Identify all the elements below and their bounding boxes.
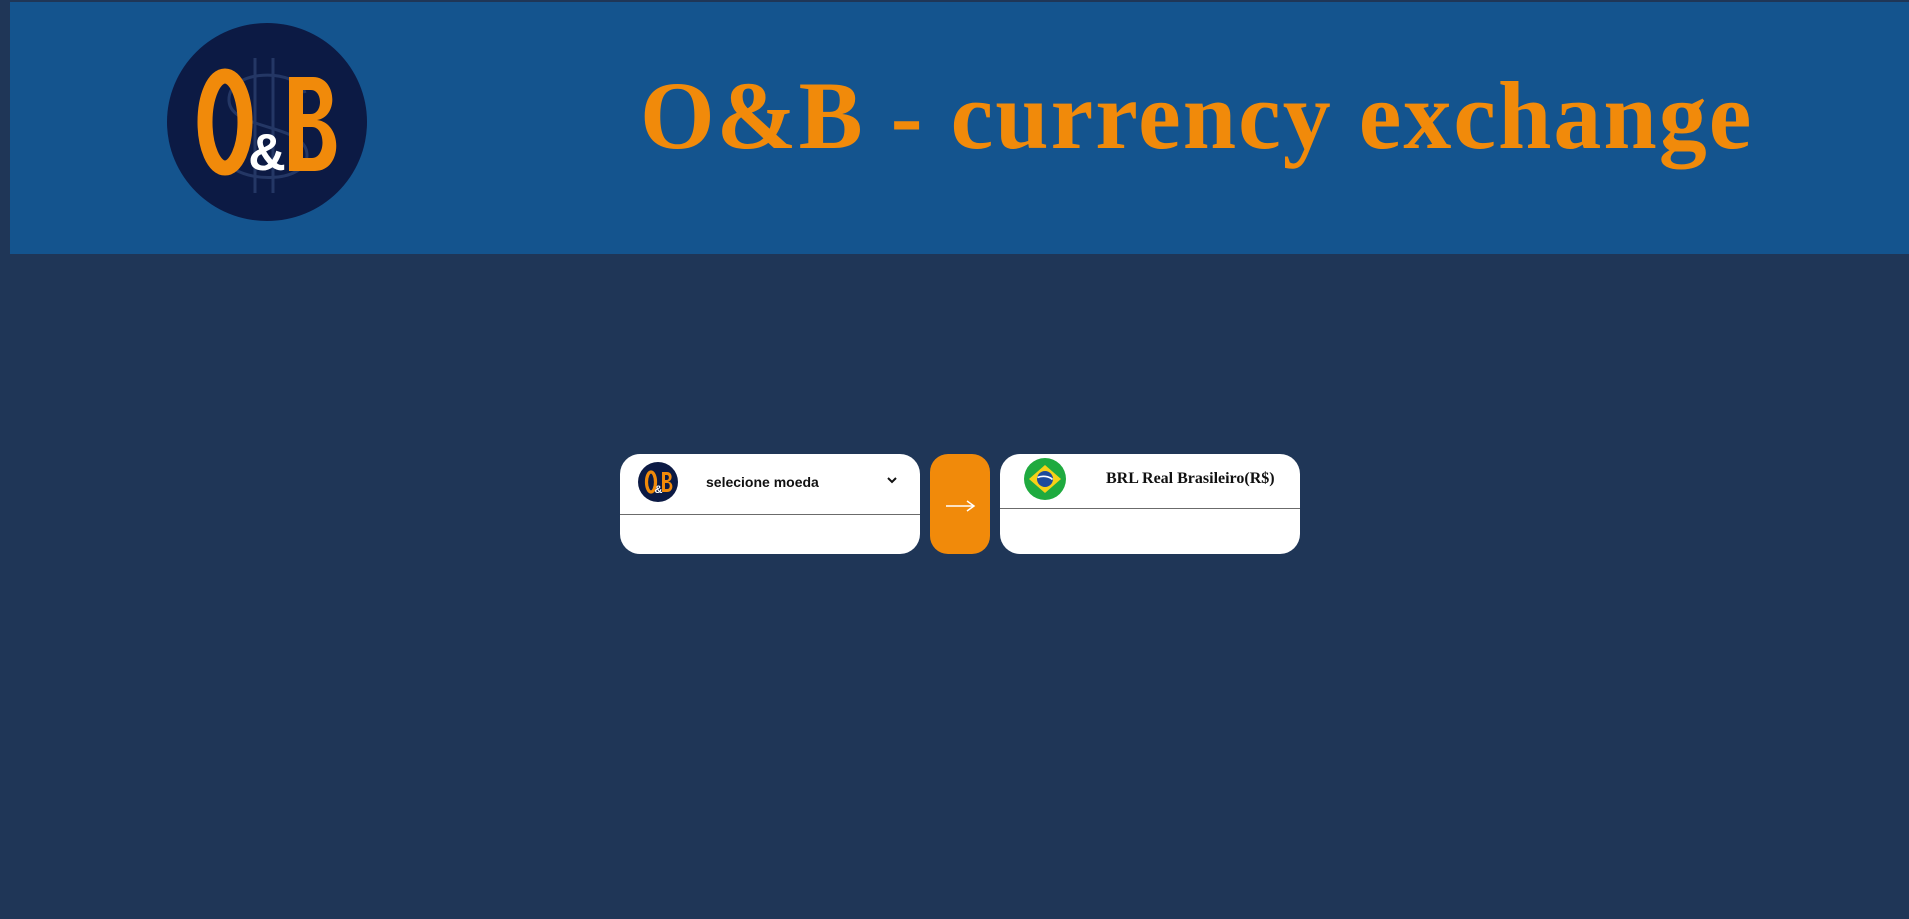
- from-currency-card: & selecione moeda: [620, 454, 920, 554]
- brand-logo-graphic: &: [197, 58, 337, 193]
- svg-text:&: &: [655, 484, 663, 496]
- site-header: & O&B - currency exchange: [10, 2, 1909, 254]
- to-amount-output[interactable]: [1000, 509, 1300, 554]
- brand-mini-logo: &: [638, 462, 678, 502]
- convert-button[interactable]: [930, 454, 990, 554]
- from-amount-input[interactable]: [620, 515, 920, 554]
- from-currency-header: & selecione moeda: [620, 454, 920, 515]
- arrow-right-icon: [946, 500, 976, 512]
- page: & O&B - currency exchange & selecione mo…: [0, 0, 1909, 919]
- to-currency-name: BRL Real Brasileiro(R$): [1106, 470, 1275, 487]
- currency-select[interactable]: selecione moeda: [706, 474, 819, 490]
- to-currency-card: BRL Real Brasileiro(R$): [1000, 454, 1300, 554]
- to-currency-header: BRL Real Brasileiro(R$): [1000, 454, 1300, 509]
- svg-text:&: &: [248, 124, 286, 182]
- chevron-down-icon[interactable]: [885, 473, 899, 487]
- brand-mini-logo-graphic: &: [644, 470, 673, 496]
- brand-logo[interactable]: &: [167, 23, 367, 221]
- brazil-flag-icon: [1024, 458, 1066, 500]
- page-title: O&B - currency exchange: [640, 62, 1754, 169]
